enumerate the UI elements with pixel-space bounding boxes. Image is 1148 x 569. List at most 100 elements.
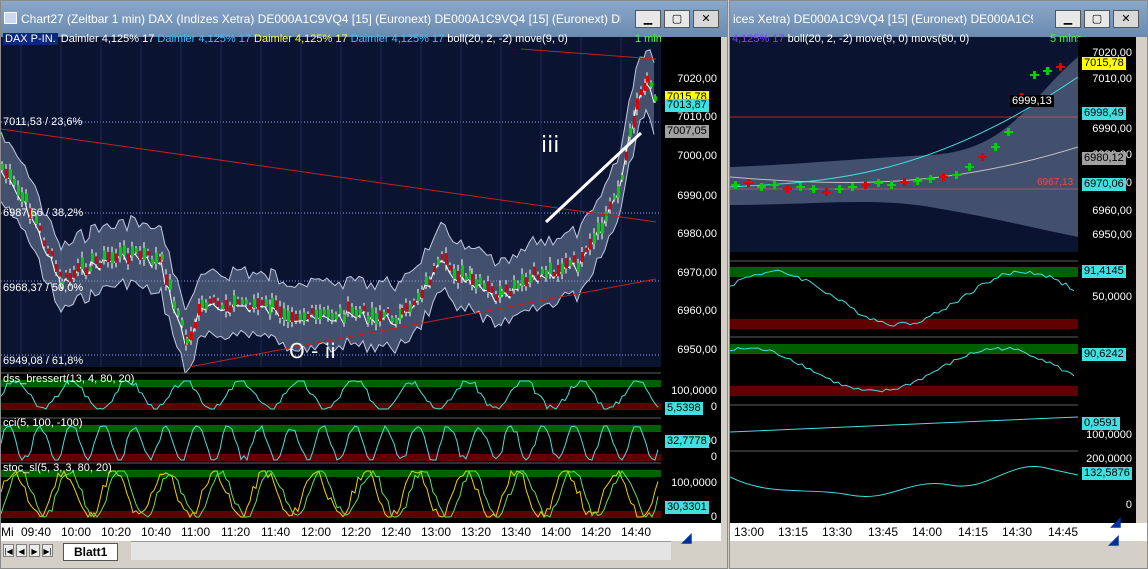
candle-body xyxy=(461,265,464,277)
candle-body xyxy=(363,305,366,311)
candle-body xyxy=(453,269,456,279)
first-sheet-button[interactable]: |◀ xyxy=(3,544,14,557)
price-label-high: 6999,13 xyxy=(1010,95,1054,107)
candle-body xyxy=(51,250,54,257)
candle-body xyxy=(395,317,398,325)
candle-body xyxy=(421,289,424,299)
candle-body xyxy=(253,298,256,308)
stoc-value-box: 30,3301 xyxy=(665,501,709,514)
candle-body xyxy=(621,175,624,180)
candle-body xyxy=(69,273,72,282)
candle-body xyxy=(89,266,92,272)
candle-body xyxy=(111,252,114,264)
candle-body xyxy=(449,265,452,271)
interval-label: 1 min xyxy=(635,33,662,45)
time-label: 13:40 xyxy=(501,525,532,539)
candle-body xyxy=(495,294,498,301)
scale-tick: 7010,00 xyxy=(1092,73,1132,85)
candle-body xyxy=(99,262,102,268)
price-scale[interactable]: 7020,00 7010,00 7000,00 6990,00 6980,00 … xyxy=(661,37,721,523)
candle-body xyxy=(405,302,408,312)
draw-tool-icon[interactable]: ◢ xyxy=(681,529,692,546)
candle-body xyxy=(91,253,94,262)
maximize-button[interactable]: ▢ xyxy=(664,10,690,28)
candle-body xyxy=(47,248,50,254)
candle-body xyxy=(417,292,420,301)
price-chart-svg[interactable] xyxy=(730,37,1079,523)
window-system-icon[interactable] xyxy=(4,12,17,24)
candle-body xyxy=(605,211,608,222)
candle-body xyxy=(617,186,620,198)
time-label: 14:15 xyxy=(958,525,989,539)
candle-body xyxy=(311,308,314,315)
candle-body xyxy=(650,82,653,87)
price-chart-svg[interactable] xyxy=(1,37,661,523)
candle-body xyxy=(291,312,294,323)
candle-body xyxy=(181,320,184,326)
candle-body xyxy=(553,271,556,277)
sheet-tab-blatt1[interactable]: Blatt1 xyxy=(63,543,119,561)
indicator-name-stoc: stoc_sl(5, 3, 3, 80, 20) xyxy=(3,462,112,474)
draw-tool-icon[interactable]: ◢ xyxy=(1108,531,1119,548)
chart-canvas[interactable] xyxy=(1,37,661,523)
candle-body xyxy=(375,313,378,325)
cci-scale-zero: 0 xyxy=(710,451,717,463)
candle-body xyxy=(331,313,334,321)
time-label: 10:00 xyxy=(61,525,92,539)
candle-body xyxy=(303,312,306,321)
next-sheet-button[interactable]: ▶ xyxy=(29,544,40,557)
candle-body xyxy=(55,264,58,272)
candle-body xyxy=(241,299,244,305)
price-box-middle: 6980,12 xyxy=(1082,152,1126,165)
candle-body xyxy=(367,315,370,324)
dss-scale-top: 100,0000 xyxy=(671,385,717,397)
time-label: 13:00 xyxy=(421,525,452,539)
candle-body xyxy=(233,295,236,307)
chart-window-1min[interactable]: Chart27 (Zeitbar 1 min) DAX (Indizes Xet… xyxy=(0,0,728,569)
legend-daimler-4: Daimler 4,125% 17 xyxy=(350,33,445,45)
candle-body xyxy=(43,240,46,247)
candle-body xyxy=(491,286,494,293)
fib-label-50: 6968,37 / 50,0% xyxy=(3,282,84,294)
candle-body xyxy=(229,305,232,313)
candle-body xyxy=(654,96,657,101)
draw-tool-icon[interactable]: ◢ xyxy=(1110,513,1121,530)
candle-body xyxy=(161,254,164,260)
candle-body xyxy=(347,301,350,312)
minimize-button[interactable]: ▁ xyxy=(1055,10,1081,28)
maximize-icon: ▢ xyxy=(1091,12,1103,25)
candle-body xyxy=(283,308,286,321)
candle-body xyxy=(429,279,432,286)
chart-window-5min[interactable]: ices Xetra) DE000A1C9VQ4 [15] (Euronext)… xyxy=(729,0,1148,569)
time-label: 13:15 xyxy=(778,525,809,539)
price-scale[interactable]: 7020,00 7010,00 6990,00 6980,00 6970,00 … xyxy=(1078,37,1136,523)
chart-canvas[interactable] xyxy=(730,37,1079,523)
legend-boll: boll(20, 2, -2) move(9, 0) movs(60, 0) xyxy=(787,33,970,45)
horizontal-scrollbar[interactable] xyxy=(131,541,671,560)
chart-legend: 4,125% 17 boll(20, 2, -2) move(9, 0) mov… xyxy=(732,33,969,45)
close-button[interactable]: ✕ xyxy=(1113,10,1139,28)
candle-body xyxy=(5,168,8,179)
candle-body xyxy=(413,300,416,306)
candle-body xyxy=(437,259,440,265)
prev-sheet-button[interactable]: ◀ xyxy=(16,544,27,557)
time-label: 14:45 xyxy=(1048,525,1079,539)
minimize-button[interactable]: ▁ xyxy=(635,10,661,28)
cci-pane-overbought xyxy=(1,425,661,432)
last-sheet-button[interactable]: ▶| xyxy=(42,544,53,557)
ind2-pane-oversold xyxy=(730,386,1078,396)
maximize-button[interactable]: ▢ xyxy=(1084,10,1110,28)
candle-body xyxy=(545,269,548,278)
time-label: 14:20 xyxy=(581,525,612,539)
candle-body xyxy=(39,225,42,231)
dss-scale-zero: 0 xyxy=(710,401,717,413)
candle-body xyxy=(135,248,138,253)
close-button[interactable]: ✕ xyxy=(693,10,719,28)
fib-label-23: 7011,53 / 23,6% xyxy=(3,116,83,128)
window-titlebar[interactable]: ices Xetra) DE000A1C9VQ4 [15] (Euronext)… xyxy=(730,1,1147,37)
candle-body xyxy=(561,263,564,274)
window-titlebar[interactable]: Chart27 (Zeitbar 1 min) DAX (Indizes Xet… xyxy=(1,1,727,37)
last-sheet-icon: ▶| xyxy=(43,547,52,556)
ind4-scale-zero: 0 xyxy=(1125,499,1132,511)
scale-tick: 6990,00 xyxy=(677,190,717,202)
